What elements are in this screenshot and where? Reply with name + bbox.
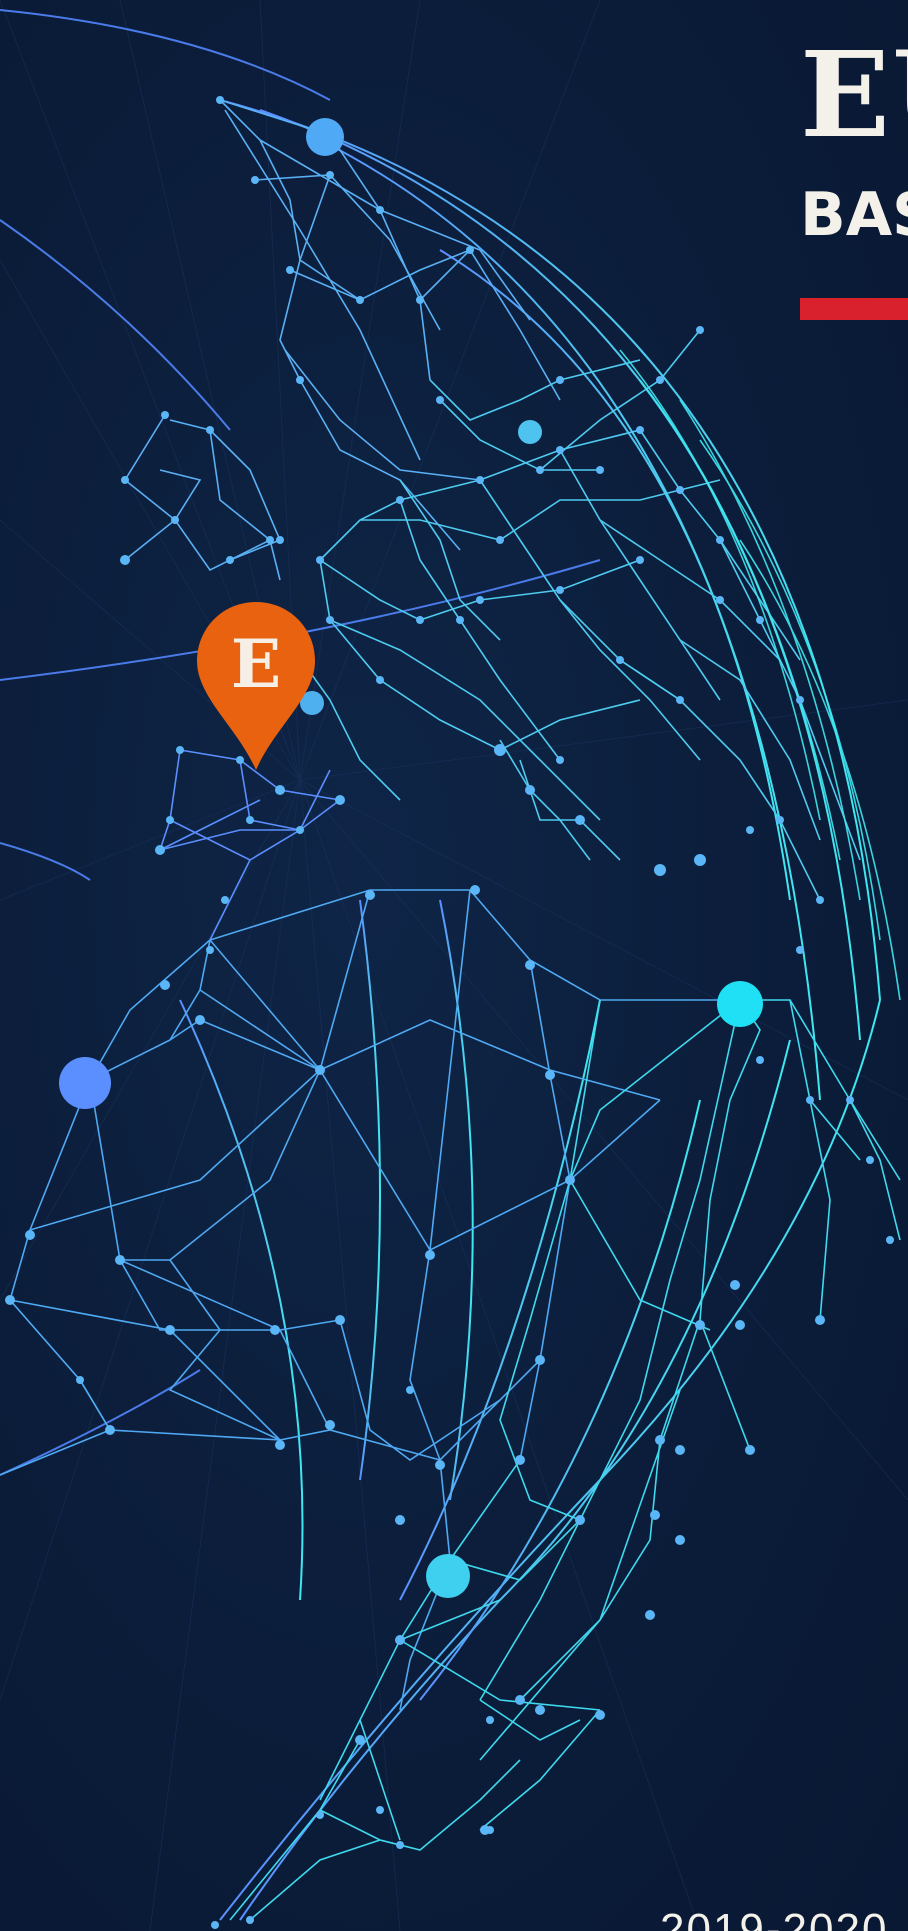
title-accent-bar bbox=[800, 298, 908, 320]
pin-letter: E bbox=[230, 625, 282, 703]
title-main: EU bbox=[800, 30, 908, 164]
footer-years: 2019-2020 bbox=[660, 1905, 908, 1931]
map-pin-icon: E bbox=[197, 602, 315, 772]
network-globe-illustration bbox=[0, 0, 908, 1931]
title-sub: BAS bbox=[800, 180, 908, 250]
years-text: 2019-2020 bbox=[660, 1905, 889, 1931]
title-block: EU BAS bbox=[800, 30, 908, 330]
cover-page: EU BAS E 2019-2020 bbox=[0, 0, 908, 1931]
